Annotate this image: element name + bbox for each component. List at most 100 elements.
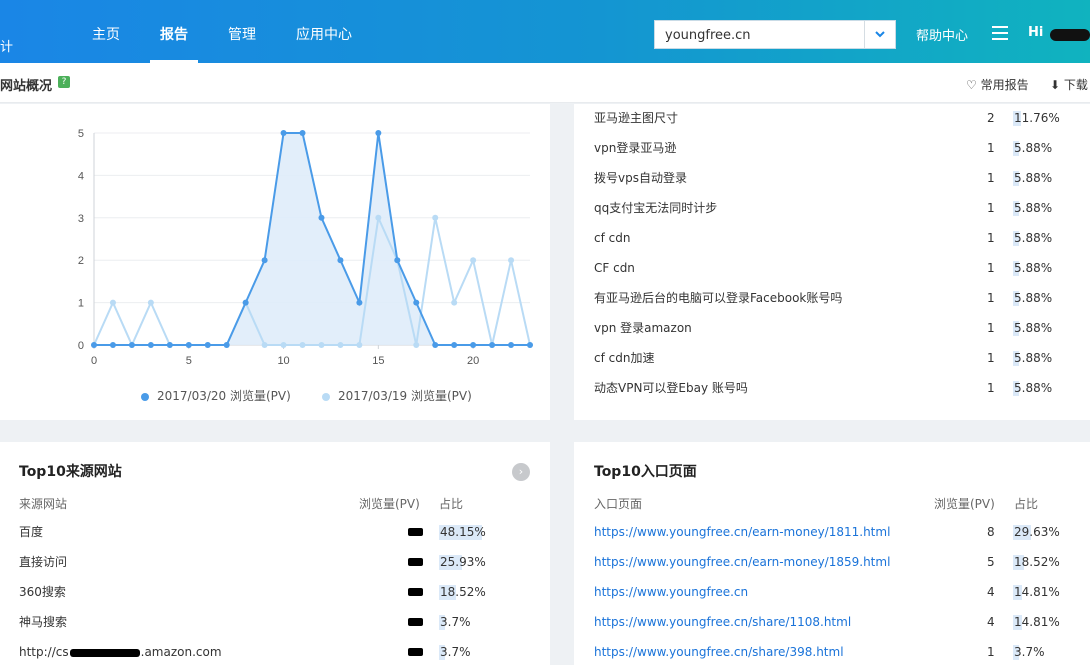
y-tick-label: 0	[78, 340, 84, 352]
source-site[interactable]: http://cs .amazon.com	[19, 642, 222, 662]
series-1-point	[185, 342, 192, 348]
user-greeting[interactable]: Hi	[1028, 25, 1043, 40]
redacted-username	[1050, 29, 1090, 41]
hamburger-icon[interactable]	[992, 26, 1008, 40]
col-head-pv: 浏览量(PV)	[934, 497, 995, 511]
chevron-right-icon[interactable]: ›	[512, 463, 530, 481]
top-navbar: 计 主页 报告 管理 应用中心 youngfree.cn 帮助中心 Hi	[0, 0, 1090, 63]
keyword-text: 动态VPN可以登Ebay 账号吗	[594, 381, 748, 395]
series-1-point	[280, 130, 287, 136]
page-subheader: 网站概况 ? ♡ 常用报告 ⬇ 下载	[0, 63, 1090, 103]
x-tick-label: 10	[277, 355, 289, 367]
y-tick-label: 5	[78, 128, 84, 140]
keyword-text: cf cdn	[594, 231, 631, 245]
entry-page-link[interactable]: https://www.youngfree.cn/share/1108.html	[594, 612, 851, 632]
series-1-point	[318, 214, 325, 221]
x-tick-label: 15	[372, 355, 384, 367]
series-2-point	[280, 342, 287, 348]
source-site[interactable]: 百度	[19, 522, 43, 542]
entry-page-link[interactable]: https://www.youngfree.cn/earn-money/1859…	[594, 552, 890, 572]
keyword-text: 亚马逊主图尺寸	[594, 111, 679, 125]
legend-label: 2017/03/20 浏览量(PV)	[157, 389, 291, 403]
redacted-count	[408, 648, 423, 656]
series-1-point	[242, 299, 249, 306]
top-sources-card: Top10来源网站 › 来源网站 浏览量(PV) 占比 百度 48.15% 直接访问…	[0, 442, 550, 665]
series-2-point	[470, 257, 477, 264]
series-2-point	[261, 342, 268, 348]
series-1-point	[356, 299, 363, 306]
series-2-point	[432, 214, 439, 221]
col-head-page: 入口页面	[594, 497, 643, 511]
series-1-point	[451, 342, 458, 348]
redacted-count	[408, 588, 423, 596]
series-1-point	[413, 299, 420, 306]
top-entry-pages-card: Top10入口页面 入口页面 浏览量(PV) 占比 https://www.yo…	[574, 442, 1090, 665]
redacted-count	[408, 618, 423, 626]
keyword-count: 1	[987, 351, 995, 365]
trend-card: 0 1 2 3 4 5 0 5 10 15 20 2017/03/20 浏览量(PV) 2017/0…	[0, 104, 550, 420]
keyword-ratio: 5.88%	[1013, 171, 1053, 186]
keyword-count: 1	[987, 171, 995, 185]
series-1-point	[432, 342, 439, 348]
source-site[interactable]: 神马搜索	[19, 612, 67, 632]
y-tick-label: 1	[78, 298, 84, 310]
download-icon: ⬇	[1050, 78, 1061, 92]
entry-page-count: 5	[987, 555, 995, 569]
keyword-count: 2	[987, 111, 995, 125]
y-tick-label: 4	[78, 170, 84, 182]
card-title: Top10入口页面	[594, 464, 697, 480]
legend-series-2[interactable]: 2017/03/19 浏览量(PV)	[322, 387, 472, 404]
help-badge[interactable]: ?	[58, 76, 70, 88]
entry-page-link[interactable]: https://www.youngfree.cn	[594, 582, 748, 602]
source-ratio: 3.7%	[439, 645, 471, 660]
chevron-down-icon[interactable]	[864, 21, 895, 48]
col-head-ratio: 占比	[439, 497, 464, 511]
keyword-count: 1	[987, 231, 995, 245]
keyword-ratio: 5.88%	[1013, 381, 1053, 396]
legend-dot-icon	[141, 392, 149, 401]
keyword-ratio: 5.88%	[1013, 201, 1053, 216]
legend-dot-icon	[322, 392, 330, 401]
card-title: Top10来源网站	[19, 464, 122, 480]
series-2-point	[356, 342, 363, 348]
keyword-text: qq支付宝无法同时计步	[594, 201, 718, 215]
entry-page-link[interactable]: https://www.youngfree.cn/earn-money/1811…	[594, 522, 890, 542]
keyword-text: vpn登录亚马逊	[594, 141, 677, 155]
source-site[interactable]: 360搜索	[19, 582, 66, 602]
source-ratio: 18.52%	[439, 585, 486, 600]
keyword-ratio: 5.88%	[1013, 141, 1053, 156]
download-button[interactable]: ⬇ 下载	[1050, 76, 1088, 93]
source-site[interactable]: 直接访问	[19, 552, 67, 572]
source-ratio: 3.7%	[439, 615, 471, 630]
y-tick-label: 3	[78, 213, 84, 225]
nav-app-center[interactable]: 应用中心	[296, 24, 352, 44]
entry-page-link[interactable]: https://www.youngfree.cn/share/398.html	[594, 642, 844, 662]
entry-page-count: 1	[987, 645, 995, 659]
source-ratio: 48.15%	[439, 525, 486, 540]
keywords-card: 亚马逊主图尺寸 2 11.76% vpn登录亚马逊 1 5.88% 拨号vps自动登录 1 5.…	[574, 104, 1090, 420]
heart-icon: ♡	[966, 78, 977, 92]
keyword-ratio: 5.88%	[1013, 321, 1053, 336]
series-1-point	[166, 342, 173, 348]
series-1-point	[128, 342, 135, 348]
site-selector[interactable]: youngfree.cn	[654, 20, 896, 49]
series-2-point	[508, 257, 515, 264]
help-center-link[interactable]: 帮助中心	[916, 25, 968, 44]
download-label: 下载	[1063, 78, 1088, 92]
series-1-point	[91, 342, 97, 348]
col-head-pv: 浏览量(PV)	[359, 497, 420, 511]
nav-manage[interactable]: 管理	[228, 24, 256, 44]
legend-series-1[interactable]: 2017/03/20 浏览量(PV)	[141, 387, 291, 404]
redacted-block	[69, 648, 140, 657]
legend-label: 2017/03/19 浏览量(PV)	[338, 389, 472, 403]
series-1-point	[261, 257, 268, 264]
favorite-report-button[interactable]: ♡ 常用报告	[966, 76, 1029, 93]
series-1-point	[375, 130, 382, 136]
keyword-ratio: 5.88%	[1013, 291, 1053, 306]
col-head-ratio: 占比	[1014, 497, 1039, 511]
nav-reports[interactable]: 报告	[160, 24, 188, 44]
series-1-point	[394, 257, 401, 264]
site-selector-value: youngfree.cn	[665, 28, 751, 43]
nav-home[interactable]: 主页	[92, 24, 120, 44]
trend-chart: 0 1 2 3 4 5 0 5 10 15 20	[78, 128, 533, 367]
